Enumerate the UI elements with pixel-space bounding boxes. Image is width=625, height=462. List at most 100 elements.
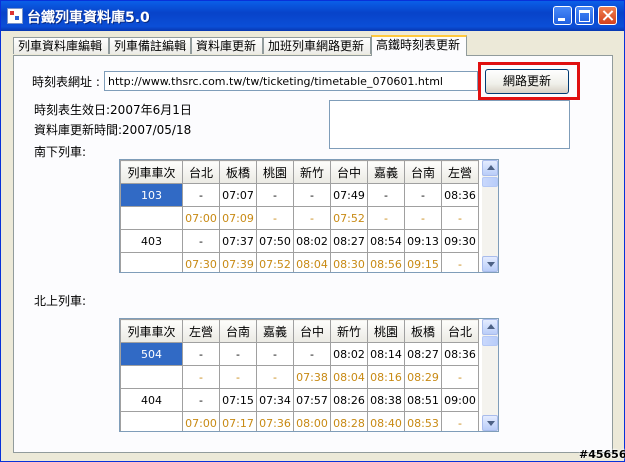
table-row[interactable]: 403-07:37 07:50 08:02 08:27 08:54 09:13 09:30 xyxy=(120,229,479,253)
column-header[interactable]: 台北 xyxy=(441,319,479,343)
time-cell[interactable]: - xyxy=(441,252,479,272)
title-bar[interactable]: 台鐵列車資料庫5.0 xyxy=(1,1,624,31)
status-textbox[interactable] xyxy=(329,100,570,149)
tab-thsr-timetable-update[interactable]: 高鐵時刻表更新 xyxy=(371,35,467,56)
column-header[interactable]: 新竹 xyxy=(330,319,368,343)
time-cell[interactable]: 07:49 xyxy=(330,183,368,207)
app-icon[interactable] xyxy=(7,8,23,24)
table-row[interactable]: 504- - - -08:02 08:14 08:27 08:36 xyxy=(120,342,479,366)
column-header[interactable]: 桃園 xyxy=(367,319,405,343)
time-cell[interactable]: 07:00 xyxy=(182,411,220,431)
column-header[interactable]: 嘉義 xyxy=(256,319,294,343)
time-cell[interactable]: 08:38 xyxy=(367,388,405,412)
scroll-down-arrow-icon[interactable] xyxy=(482,256,498,272)
train-number-cell[interactable] xyxy=(120,365,183,389)
column-header[interactable]: 嘉義 xyxy=(367,160,405,184)
time-cell[interactable]: - xyxy=(182,229,220,253)
time-cell[interactable]: 07:39 xyxy=(219,252,257,272)
time-cell[interactable]: - xyxy=(182,342,220,366)
time-cell[interactable]: 08:30 xyxy=(330,252,368,272)
time-cell[interactable]: 08:53 xyxy=(404,411,442,431)
column-header[interactable]: 桃園 xyxy=(256,160,294,184)
time-cell[interactable]: 08:27 xyxy=(330,229,368,253)
column-header[interactable]: 板橋 xyxy=(404,319,442,343)
time-cell[interactable]: 08:36 xyxy=(441,183,479,207)
table-row[interactable]: - - -07:38 08:04 08:16 08:29- xyxy=(120,365,479,389)
train-number-cell[interactable] xyxy=(120,206,183,230)
url-input[interactable] xyxy=(104,71,478,91)
time-cell[interactable]: - xyxy=(404,206,442,230)
time-cell[interactable]: 08:51 xyxy=(404,388,442,412)
time-cell[interactable]: - xyxy=(293,206,331,230)
time-cell[interactable]: 08:54 xyxy=(367,229,405,253)
time-cell[interactable]: - xyxy=(182,388,220,412)
train-number-cell[interactable] xyxy=(120,252,183,272)
time-cell[interactable]: 08:28 xyxy=(330,411,368,431)
time-cell[interactable]: 07:00 xyxy=(182,206,220,230)
time-cell[interactable]: 08:27 xyxy=(404,342,442,366)
time-cell[interactable]: - xyxy=(404,183,442,207)
minimize-button[interactable] xyxy=(553,6,572,25)
scroll-up-arrow-icon[interactable] xyxy=(482,319,498,335)
time-cell[interactable]: 07:15 xyxy=(219,388,257,412)
time-cell[interactable]: - xyxy=(182,183,220,207)
time-cell[interactable]: 07:07 xyxy=(219,183,257,207)
time-cell[interactable]: - xyxy=(182,365,220,389)
time-cell[interactable]: - xyxy=(293,342,331,366)
scroll-up-arrow-icon[interactable] xyxy=(482,160,498,176)
time-cell[interactable]: - xyxy=(219,365,257,389)
table-row[interactable]: 07:00 07:17 07:36 08:00 08:28 08:40 08:53- xyxy=(120,411,479,431)
time-cell[interactable]: - xyxy=(367,183,405,207)
column-header[interactable]: 台北 xyxy=(182,160,220,184)
time-cell[interactable]: 08:29 xyxy=(404,365,442,389)
northbound-scrollbar[interactable] xyxy=(482,319,498,431)
time-cell[interactable]: 08:56 xyxy=(367,252,405,272)
column-header[interactable]: 列車車次 xyxy=(120,160,183,184)
time-cell[interactable]: - xyxy=(256,206,294,230)
time-cell[interactable]: 08:36 xyxy=(441,342,479,366)
column-header[interactable]: 台南 xyxy=(219,319,257,343)
time-cell[interactable]: - xyxy=(256,183,294,207)
time-cell[interactable]: 07:36 xyxy=(256,411,294,431)
time-cell[interactable]: 08:16 xyxy=(367,365,405,389)
time-cell[interactable]: 07:38 xyxy=(293,365,331,389)
time-cell[interactable]: - xyxy=(441,411,479,431)
time-cell[interactable]: 08:04 xyxy=(330,365,368,389)
northbound-grid[interactable]: 列車車次 左營 台南 嘉義 台中 新竹 桃園 板橋 台北 504- - - -08:02 08:14 08:… xyxy=(119,318,499,432)
time-cell[interactable]: - xyxy=(441,365,479,389)
time-cell[interactable]: 08:04 xyxy=(293,252,331,272)
table-row[interactable]: 103-07:07- -07:49- -08:36 xyxy=(120,183,479,207)
time-cell[interactable]: 07:52 xyxy=(256,252,294,272)
time-cell[interactable]: - xyxy=(367,206,405,230)
train-number-cell[interactable]: 103 xyxy=(120,183,183,207)
column-header[interactable]: 台中 xyxy=(293,319,331,343)
column-header[interactable]: 列車車次 xyxy=(120,319,183,343)
time-cell[interactable]: 07:57 xyxy=(293,388,331,412)
tab-train-db-edit[interactable]: 列車資料庫編輯 xyxy=(13,37,109,54)
time-cell[interactable]: 07:34 xyxy=(256,388,294,412)
time-cell[interactable]: 07:52 xyxy=(330,206,368,230)
time-cell[interactable]: - xyxy=(293,183,331,207)
time-cell[interactable]: 07:37 xyxy=(219,229,257,253)
time-cell[interactable]: - xyxy=(441,206,479,230)
train-number-cell[interactable]: 403 xyxy=(120,229,183,253)
train-number-cell[interactable]: 404 xyxy=(120,388,183,412)
southbound-grid[interactable]: 列車車次 台北 板橋 桃園 新竹 台中 嘉義 台南 左營 103-07:07- -07:49- -08… xyxy=(119,159,499,273)
scroll-thumb[interactable] xyxy=(482,336,498,346)
column-header[interactable]: 台南 xyxy=(404,160,442,184)
time-cell[interactable]: 07:30 xyxy=(182,252,220,272)
table-row[interactable]: 404-07:15 07:34 07:57 08:26 08:38 08:51 09:00 xyxy=(120,388,479,412)
time-cell[interactable]: 09:15 xyxy=(404,252,442,272)
table-row[interactable]: 07:00 07:09- -07:52- - - xyxy=(120,206,479,230)
time-cell[interactable]: 08:00 xyxy=(293,411,331,431)
tab-extra-train-update[interactable]: 加班列車網路更新 xyxy=(263,37,371,54)
time-cell[interactable]: 09:30 xyxy=(441,229,479,253)
time-cell[interactable]: 09:13 xyxy=(404,229,442,253)
time-cell[interactable]: 07:50 xyxy=(256,229,294,253)
column-header[interactable]: 左營 xyxy=(441,160,479,184)
time-cell[interactable]: 08:14 xyxy=(367,342,405,366)
time-cell[interactable]: 08:02 xyxy=(293,229,331,253)
web-update-button[interactable]: 網路更新 xyxy=(485,69,569,94)
column-header[interactable]: 新竹 xyxy=(293,160,331,184)
train-number-cell[interactable]: 504 xyxy=(120,342,183,366)
